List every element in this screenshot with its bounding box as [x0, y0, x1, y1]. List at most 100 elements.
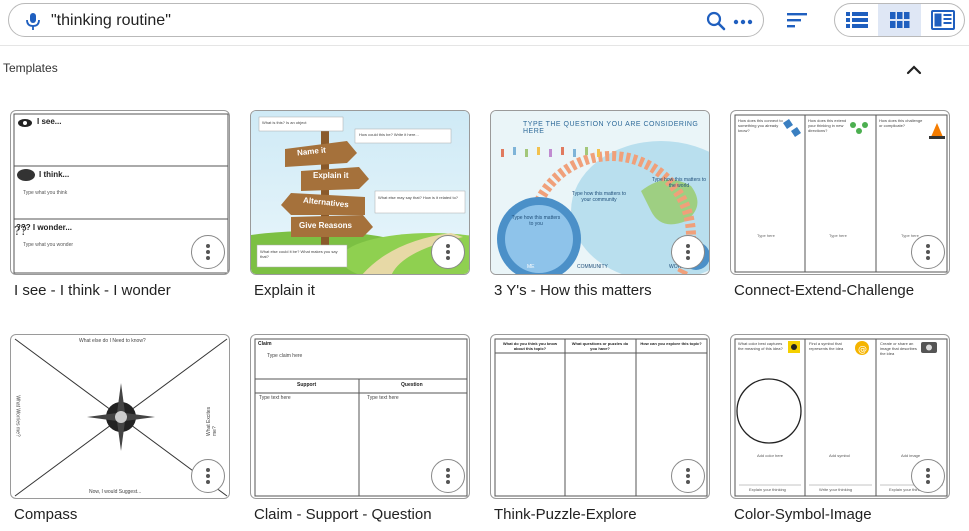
template-card-think-puzzle-explore[interactable]: What do you think you know about this to…: [490, 334, 710, 523]
template-card-compass[interactable]: What else do I Need to know? Now, I woul…: [10, 334, 230, 523]
preview-view-button[interactable]: [921, 4, 964, 36]
card-menu-button[interactable]: [431, 235, 465, 269]
template-card-connect-extend-challenge[interactable]: How does this connect to something you a…: [730, 110, 950, 299]
column-connect-type: Type here: [757, 233, 775, 238]
compass-west-text: What Worries me?: [14, 395, 21, 437]
question-placeholder: Type text here: [367, 395, 399, 401]
grid-view-icon: [889, 12, 909, 28]
template-thumbnail[interactable]: What do you think you know about this to…: [490, 334, 710, 499]
top-toolbar: "thinking routine": [0, 0, 969, 46]
column-color-prompt: What color best captures the meaning of …: [738, 341, 783, 351]
section-title: Templates: [3, 61, 58, 75]
template-card-explain-it[interactable]: Name it Explain it Alternatives Give Rea…: [250, 110, 470, 299]
template-thumbnail[interactable]: Claim Type claim here Support Question T…: [250, 334, 470, 499]
template-name[interactable]: Connect-Extend-Challenge: [734, 282, 950, 299]
support-heading: Support: [297, 382, 317, 388]
template-card-color-symbol-image[interactable]: @ What color best captures the meaning o…: [730, 334, 950, 523]
thumb-row1-label: I see...: [37, 117, 62, 126]
label-me: ME: [527, 264, 535, 270]
column-connect-prompt: How does this connect to something you a…: [738, 118, 783, 133]
column-symbol-foot: Write your thinking: [819, 487, 853, 492]
box-3-text: What else may say that? How is it relate…: [378, 195, 459, 200]
column-extend-prompt: How does this extend your thinking in ne…: [808, 118, 847, 133]
template-name[interactable]: Color-Symbol-Image: [734, 506, 950, 523]
list-view-button[interactable]: [835, 4, 878, 36]
question-heading: TYPE THE QUESTION YOU ARE CONSIDERING HE…: [523, 121, 699, 135]
more-vertical-icon: [686, 244, 690, 260]
more-vertical-icon: [686, 468, 690, 484]
column-color-foot: Explain your thinking: [749, 487, 786, 492]
sort-icon[interactable]: [786, 10, 808, 30]
more-vertical-icon: [446, 244, 450, 260]
template-name[interactable]: 3 Y's - How this matters: [494, 282, 710, 299]
more-vertical-icon: [446, 468, 450, 484]
template-thumbnail[interactable]: Name it Explain it Alternatives Give Rea…: [250, 110, 470, 275]
template-name[interactable]: Explain it: [254, 282, 470, 299]
search-input[interactable]: "thinking routine": [51, 12, 171, 30]
thumb-row3-sub: Type what you wonder: [23, 242, 74, 248]
card-menu-button[interactable]: [911, 235, 945, 269]
more-vertical-icon: [206, 244, 210, 260]
template-thumbnail[interactable]: TYPE THE QUESTION YOU ARE CONSIDERING HE…: [490, 110, 710, 275]
claim-heading: Claim: [258, 341, 272, 347]
search-bar[interactable]: "thinking routine": [8, 3, 764, 37]
circle-me-text: Type how this matters to you: [511, 215, 561, 227]
card-menu-button[interactable]: [671, 235, 705, 269]
view-mode-toggle: [834, 3, 965, 37]
sign-explain-it: Explain it: [313, 171, 349, 180]
column-image-prompt: Create or share an image that describes …: [880, 341, 917, 356]
thumb-row2-label: I think...: [39, 170, 70, 179]
column-explore-prompt: How can you explore this topic?: [640, 341, 702, 346]
column-image-sub: Add image: [901, 453, 921, 458]
template-thumbnail[interactable]: What else do I Need to know? Now, I woul…: [10, 334, 230, 499]
support-placeholder: Type text here: [259, 395, 291, 401]
sign-give-reasons: Give Reasons: [299, 221, 352, 230]
more-vertical-icon: [926, 468, 930, 484]
template-name[interactable]: Claim - Support - Question: [254, 506, 470, 523]
list-view-icon: [845, 12, 868, 28]
column-challenge-type: Type here: [901, 233, 919, 238]
preview-view-icon: [930, 10, 955, 30]
magnifier-icon[interactable]: [706, 11, 726, 31]
template-card-3-ys[interactable]: TYPE THE QUESTION YOU ARE CONSIDERING HE…: [490, 110, 710, 299]
column-color-sub: Add color here: [757, 453, 784, 458]
column-symbol-prompt: Find a symbol that represents the idea: [809, 341, 844, 351]
compass-north-text: What else do I Need to know?: [79, 338, 146, 344]
template-thumbnail[interactable]: How does this connect to something you a…: [730, 110, 950, 275]
more-vertical-icon: [206, 468, 210, 484]
template-name[interactable]: I see - I think - I wonder: [14, 282, 230, 299]
template-thumbnail[interactable]: @ What color best captures the meaning o…: [730, 334, 950, 499]
more-horizontal-icon[interactable]: [733, 11, 753, 31]
column-challenge-prompt: How does this challenge or complicate?: [879, 118, 923, 128]
svg-text:@: @: [858, 345, 867, 355]
column-puzzle-prompt: What questions or puzzles do you have?: [571, 341, 629, 351]
card-menu-button[interactable]: [911, 459, 945, 493]
box-4-text: What else could it be? What makes you sa…: [260, 249, 338, 259]
thumb-row2-sub: Type what you think: [23, 190, 68, 196]
label-community: COMMUNITY: [577, 264, 608, 270]
column-symbol-sub: Add symbol: [829, 453, 850, 458]
template-name[interactable]: Compass: [14, 506, 230, 523]
chevron-up-icon[interactable]: [905, 62, 923, 78]
more-vertical-icon: [926, 244, 930, 260]
column-think-prompt: What do you think you know about this to…: [502, 341, 558, 351]
card-menu-button[interactable]: [191, 459, 225, 493]
template-name[interactable]: Think-Puzzle-Explore: [494, 506, 710, 523]
grid-view-button[interactable]: [878, 4, 921, 36]
card-menu-button[interactable]: [671, 459, 705, 493]
compass-east-text: What Excites me?: [206, 406, 218, 436]
microphone-icon[interactable]: [23, 11, 43, 31]
card-menu-button[interactable]: [431, 459, 465, 493]
circle-community-text: Type how this matters to your community: [571, 191, 627, 203]
template-card-i-see-i-think-i-wonder[interactable]: ?? I see... I think... Type what you thi…: [10, 110, 230, 299]
template-thumbnail[interactable]: ?? I see... I think... Type what you thi…: [10, 110, 230, 275]
compass-south-text: Now, I would Suggest...: [89, 489, 142, 495]
box-2-text: How could this be? Write it here...: [359, 132, 419, 137]
claim-placeholder: Type claim here: [267, 353, 303, 359]
box-1-text: What is this? Is an object: [262, 120, 307, 125]
column-extend-type: Type here: [829, 233, 847, 238]
question-heading: Question: [401, 382, 423, 388]
template-card-claim-support-question[interactable]: Claim Type claim here Support Question T…: [250, 334, 470, 523]
card-menu-button[interactable]: [191, 235, 225, 269]
circle-world-text: Type how this matters to the world: [651, 177, 707, 189]
